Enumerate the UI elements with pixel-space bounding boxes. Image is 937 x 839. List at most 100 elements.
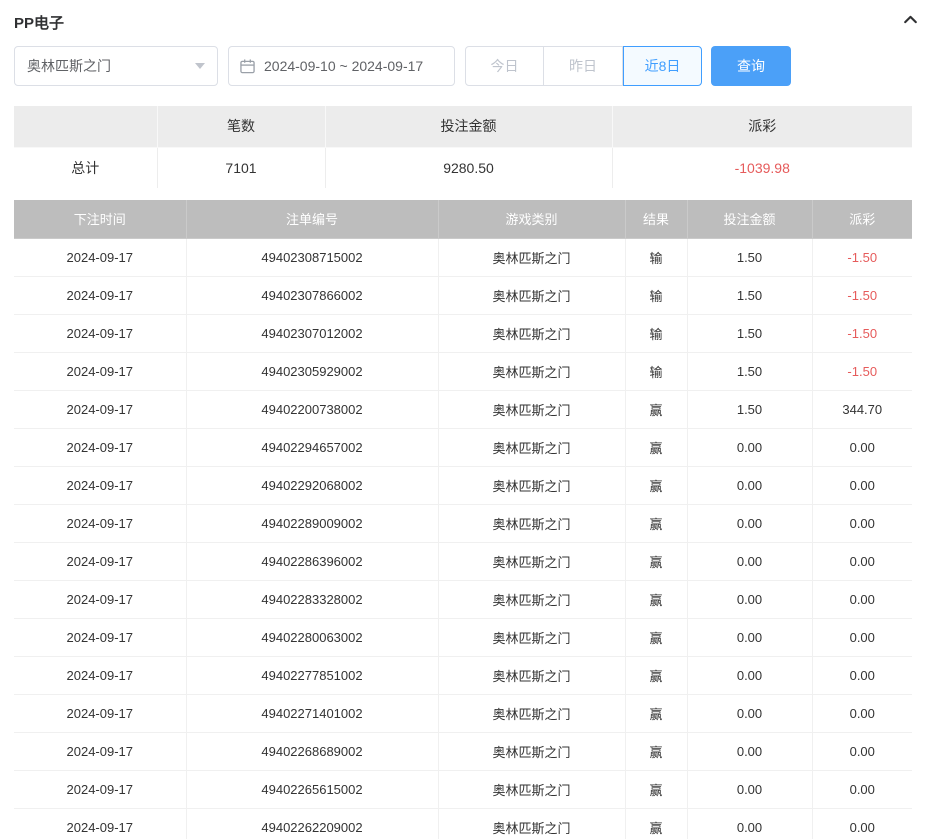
cell-bet-amount: 0.00: [687, 694, 812, 732]
cell-order-number: 49402286396002: [186, 542, 438, 580]
cell-game-type: 奥林匹斯之门: [438, 732, 625, 770]
cell-order-number: 49402262209002: [186, 808, 438, 839]
cell-bet-amount: 0.00: [687, 808, 812, 839]
cell-order-number: 49402292068002: [186, 466, 438, 504]
cell-order-number: 49402277851002: [186, 656, 438, 694]
cell-game-type: 奥林匹斯之门: [438, 542, 625, 580]
cell-payout: 0.00: [812, 504, 912, 542]
cell-order-number: 49402200738002: [186, 390, 438, 428]
table-row: 2024-09-1749402292068002奥林匹斯之门赢0.000.00: [14, 466, 912, 504]
cell-bet-amount: 0.00: [687, 504, 812, 542]
query-button[interactable]: 查询: [711, 46, 791, 86]
summary-header-blank: [14, 106, 157, 147]
cell-bet-amount: 1.50: [687, 314, 812, 352]
date-range-picker[interactable]: 2024-09-10 ~ 2024-09-17: [228, 46, 455, 86]
table-row: 2024-09-1749402308715002奥林匹斯之门输1.50-1.50: [14, 238, 912, 276]
cell-bet-amount: 0.00: [687, 732, 812, 770]
cell-bet-time: 2024-09-17: [14, 618, 186, 656]
cell-result: 输: [625, 276, 687, 314]
today-button[interactable]: 今日: [465, 46, 544, 86]
cell-game-type: 奥林匹斯之门: [438, 808, 625, 839]
cell-payout: 0.00: [812, 466, 912, 504]
date-range-value: 2024-09-10 ~ 2024-09-17: [264, 58, 423, 74]
cell-order-number: 49402308715002: [186, 238, 438, 276]
cell-bet-amount: 1.50: [687, 276, 812, 314]
cell-order-number: 49402283328002: [186, 580, 438, 618]
table-row: 2024-09-1749402277851002奥林匹斯之门赢0.000.00: [14, 656, 912, 694]
cell-bet-amount: 0.00: [687, 466, 812, 504]
table-row: 2024-09-1749402289009002奥林匹斯之门赢0.000.00: [14, 504, 912, 542]
bet-table-body: 2024-09-1749402308715002奥林匹斯之门输1.50-1.50…: [14, 238, 912, 839]
cell-result: 赢: [625, 428, 687, 466]
summary-total-payout: -1039.98: [612, 147, 912, 188]
cell-game-type: 奥林匹斯之门: [438, 770, 625, 808]
cell-game-type: 奥林匹斯之门: [438, 580, 625, 618]
header-result: 结果: [625, 200, 687, 238]
cell-bet-amount: 1.50: [687, 238, 812, 276]
cell-game-type: 奥林匹斯之门: [438, 466, 625, 504]
summary-total-label: 总计: [14, 147, 157, 188]
cell-payout: 0.00: [812, 694, 912, 732]
chevron-down-icon: [195, 63, 205, 69]
cell-game-type: 奥林匹斯之门: [438, 504, 625, 542]
collapse-button[interactable]: [898, 7, 923, 37]
cell-game-type: 奥林匹斯之门: [438, 428, 625, 466]
cell-bet-amount: 1.50: [687, 390, 812, 428]
cell-payout: 0.00: [812, 580, 912, 618]
cell-result: 赢: [625, 504, 687, 542]
table-row: 2024-09-1749402268689002奥林匹斯之门赢0.000.00: [14, 732, 912, 770]
table-row: 2024-09-1749402286396002奥林匹斯之门赢0.000.00: [14, 542, 912, 580]
cell-bet-time: 2024-09-17: [14, 238, 186, 276]
cell-order-number: 49402280063002: [186, 618, 438, 656]
stats-panel: PP电子 奥林匹斯之门 2024-09-10 ~ 2024-09-17 今日 昨…: [0, 0, 937, 839]
yesterday-button[interactable]: 昨日: [544, 46, 623, 86]
cell-bet-time: 2024-09-17: [14, 504, 186, 542]
header-bet-time: 下注时间: [14, 200, 186, 238]
cell-order-number: 49402271401002: [186, 694, 438, 732]
panel-title: PP电子: [14, 12, 64, 33]
table-header-row: 下注时间 注单编号 游戏类别 结果 投注金额 派彩: [14, 200, 912, 238]
cell-bet-amount: 1.50: [687, 352, 812, 390]
cell-bet-amount: 0.00: [687, 770, 812, 808]
summary-total-bet-amount: 9280.50: [325, 147, 612, 188]
table-row: 2024-09-1749402262209002奥林匹斯之门赢0.000.00: [14, 808, 912, 839]
cell-game-type: 奥林匹斯之门: [438, 656, 625, 694]
summary-header-payout: 派彩: [612, 106, 912, 147]
table-row: 2024-09-1749402283328002奥林匹斯之门赢0.000.00: [14, 580, 912, 618]
cell-bet-time: 2024-09-17: [14, 314, 186, 352]
cell-bet-time: 2024-09-17: [14, 352, 186, 390]
cell-game-type: 奥林匹斯之门: [438, 238, 625, 276]
cell-payout: 0.00: [812, 428, 912, 466]
cell-result: 赢: [625, 770, 687, 808]
cell-payout: 0.00: [812, 656, 912, 694]
summary-header-count: 笔数: [157, 106, 325, 147]
cell-order-number: 49402307012002: [186, 314, 438, 352]
cell-payout: -1.50: [812, 276, 912, 314]
header-order-number: 注单编号: [186, 200, 438, 238]
chevron-up-icon: [902, 11, 919, 33]
cell-game-type: 奥林匹斯之门: [438, 276, 625, 314]
game-select[interactable]: 奥林匹斯之门: [14, 46, 218, 86]
header-payout: 派彩: [812, 200, 912, 238]
bet-records-table: 下注时间 注单编号 游戏类别 结果 投注金额 派彩 2024-09-174940…: [14, 200, 912, 839]
calendar-icon: [240, 59, 255, 74]
filter-bar: 奥林匹斯之门 2024-09-10 ~ 2024-09-17 今日 昨日 近8日…: [14, 46, 923, 86]
cell-bet-time: 2024-09-17: [14, 390, 186, 428]
header-bet-amount: 投注金额: [687, 200, 812, 238]
cell-payout: -1.50: [812, 314, 912, 352]
cell-bet-time: 2024-09-17: [14, 656, 186, 694]
table-row: 2024-09-1749402305929002奥林匹斯之门输1.50-1.50: [14, 352, 912, 390]
summary-total-row: 总计 7101 9280.50 -1039.98: [14, 147, 912, 188]
game-select-value: 奥林匹斯之门: [27, 56, 111, 76]
cell-order-number: 49402268689002: [186, 732, 438, 770]
cell-bet-amount: 0.00: [687, 580, 812, 618]
cell-bet-time: 2024-09-17: [14, 808, 186, 839]
summary-table: 笔数 投注金额 派彩 总计 7101 9280.50 -1039.98: [14, 106, 912, 188]
cell-result: 输: [625, 238, 687, 276]
cell-payout: -1.50: [812, 352, 912, 390]
cell-payout: 0.00: [812, 542, 912, 580]
table-row: 2024-09-1749402280063002奥林匹斯之门赢0.000.00: [14, 618, 912, 656]
last-8-days-button[interactable]: 近8日: [623, 46, 702, 86]
cell-game-type: 奥林匹斯之门: [438, 618, 625, 656]
summary-header-bet-amount: 投注金额: [325, 106, 612, 147]
